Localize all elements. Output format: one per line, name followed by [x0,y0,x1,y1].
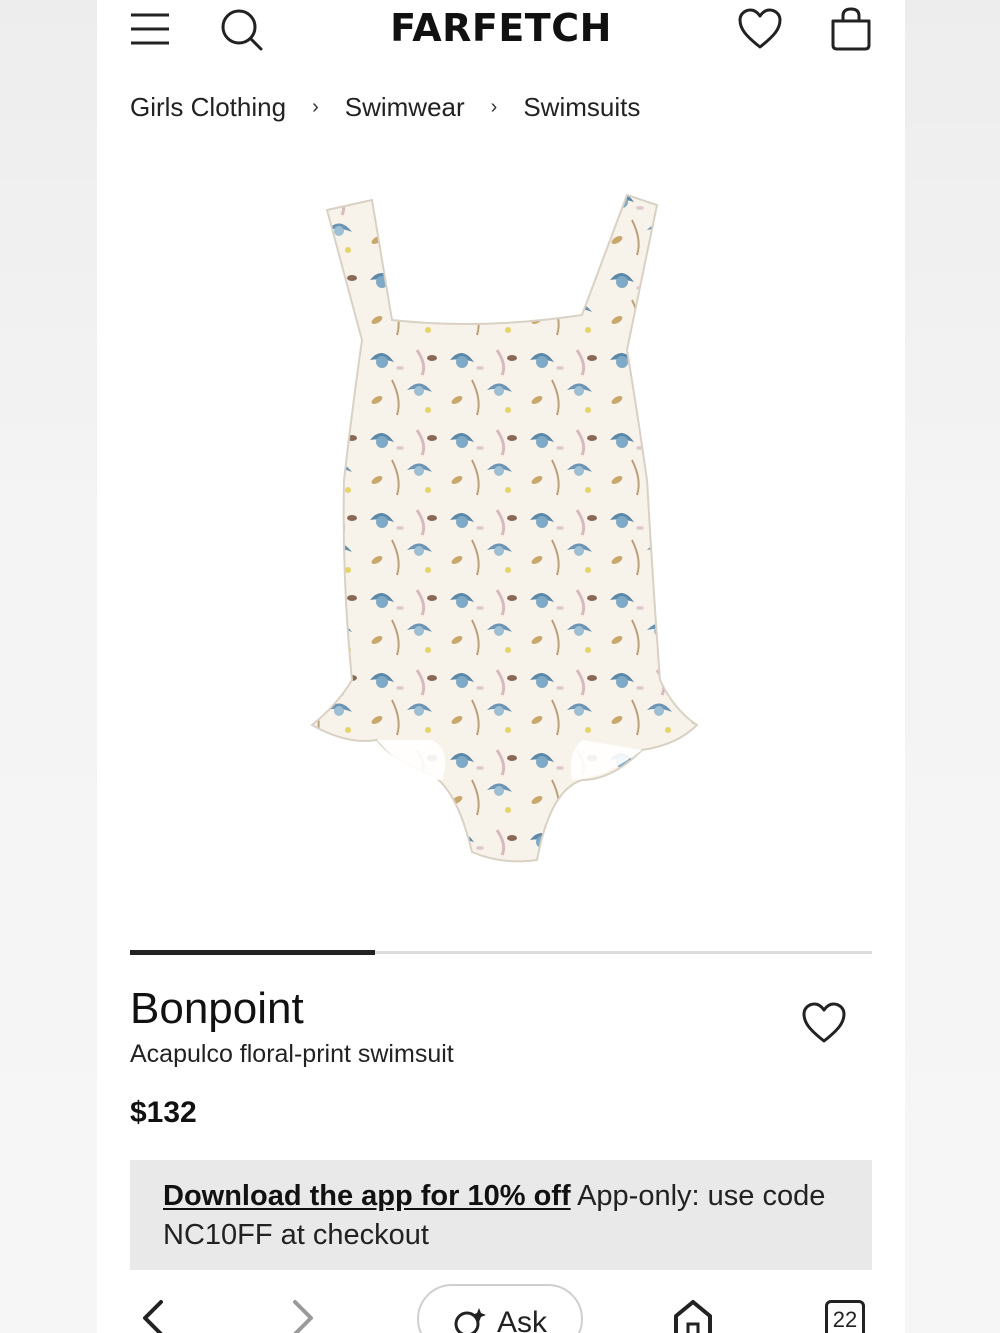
forward-icon[interactable] [287,1298,319,1333]
tabs-icon[interactable]: 22 [825,1300,865,1333]
add-to-wishlist-heart-icon[interactable] [802,1002,846,1049]
breadcrumb-swimwear[interactable]: Swimwear [345,92,465,123]
product-name: Acapulco floral-print swimsuit [130,1040,454,1068]
breadcrumb: Girls Clothing › Swimwear › Swimsuits [130,92,640,123]
home-icon[interactable] [672,1298,714,1333]
wishlist-heart-icon[interactable] [738,8,782,55]
breadcrumb-swimsuits[interactable]: Swimsuits [523,92,640,123]
chevron-right-icon: › [312,96,319,118]
ask-label: Ask [496,1306,547,1333]
product-image[interactable] [282,180,722,870]
breadcrumb-girls-clothing[interactable]: Girls Clothing [130,92,286,123]
farfetch-logo[interactable]: FARFETCH [97,6,905,50]
brand-name[interactable]: Bonpoint [130,984,304,1034]
ask-sparkle-icon [453,1306,487,1333]
right-margin [903,0,1000,1333]
app-promo-banner: Download the app for 10% off App-only: u… [130,1160,872,1270]
ask-button[interactable]: Ask [417,1284,583,1333]
left-margin [0,0,97,1333]
gallery-progress [130,950,872,955]
back-icon[interactable] [137,1298,169,1333]
product-page: FARFETCH Girls Clothing › Swimwear › Swi… [97,0,905,1333]
bag-icon[interactable] [829,6,873,57]
browser-bottom-bar: Ask 22 [97,1272,905,1333]
gallery-progress-fill [130,950,375,955]
product-price: $132 [130,1096,197,1129]
chevron-right-icon: › [490,96,498,118]
download-app-link[interactable]: Download the app for 10% off [163,1180,571,1212]
